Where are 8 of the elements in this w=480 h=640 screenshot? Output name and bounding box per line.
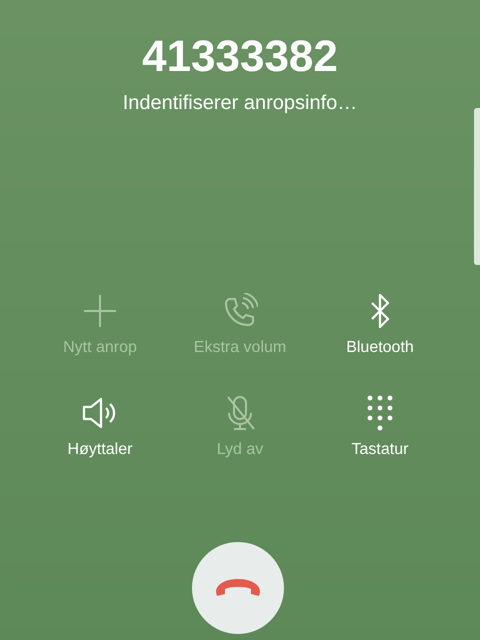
plus-icon — [82, 293, 118, 329]
bluetooth-button[interactable]: Bluetooth — [310, 293, 450, 357]
keypad-button[interactable]: Tastatur — [310, 395, 450, 459]
speaker-icon — [82, 395, 118, 431]
phone-waves-icon — [222, 293, 258, 329]
call-status: Indentifiserer anropsinfo… — [122, 92, 358, 115]
phone-number: 41333382 — [142, 31, 338, 83]
speaker-button[interactable]: Høyttaler — [30, 395, 170, 459]
